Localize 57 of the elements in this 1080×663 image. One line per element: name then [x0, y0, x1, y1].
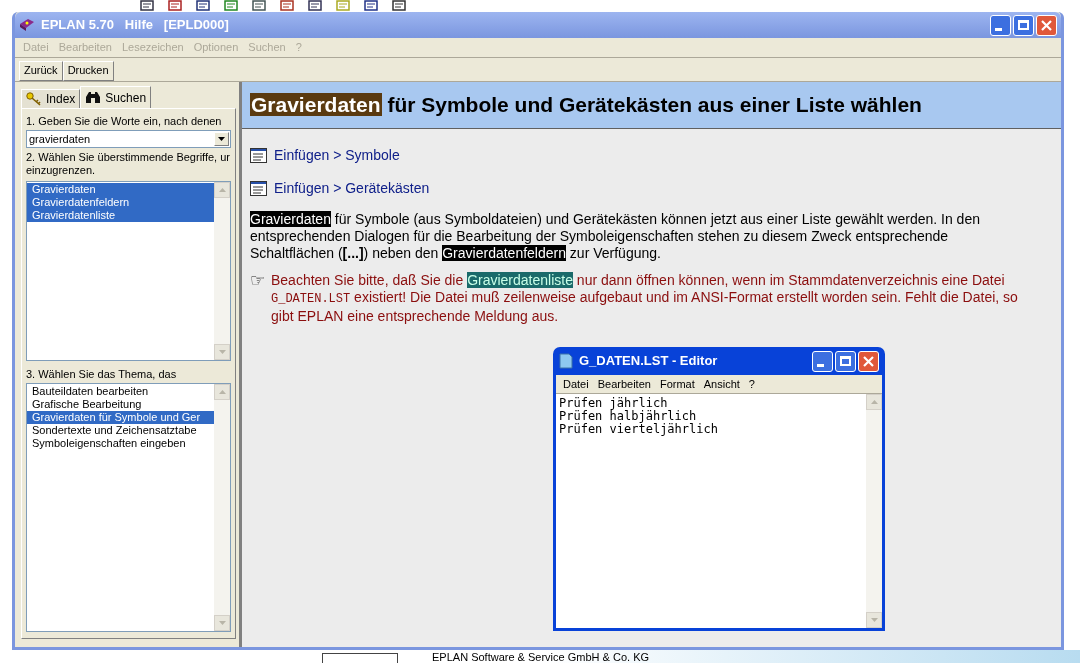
toolbar-icon[interactable]	[196, 0, 210, 11]
topic-link[interactable]: Einfügen > Symbole	[274, 145, 400, 166]
topic-link[interactable]: Einfügen > Gerätekästen	[274, 178, 430, 199]
toolbar-icon[interactable]	[252, 0, 266, 11]
toolbar-icon[interactable]	[364, 0, 378, 11]
toolbar-button[interactable]: Drucken	[62, 60, 114, 81]
book-icon	[19, 18, 35, 32]
sidebar-tab[interactable]: Index	[21, 89, 81, 108]
toolbar-icon[interactable]	[308, 0, 322, 11]
toolbar-icon[interactable]	[140, 0, 154, 11]
text-line: Prüfen halbjährlich	[559, 410, 697, 423]
text-line: Prüfen vierteljährlich	[559, 423, 719, 436]
editor-title: G_DATEN.LST - Editor	[579, 352, 718, 371]
close-button[interactable]	[858, 350, 879, 372]
minimize-button[interactable]	[812, 350, 833, 372]
step-label: einzugrenzen.	[26, 164, 97, 177]
menu-item[interactable]: Datei	[563, 375, 589, 393]
menu-item[interactable]: Ansicht	[703, 375, 740, 393]
step-label: 2. Wählen Sie überstimmende Begriffe, ur	[26, 151, 231, 164]
body-paragraph: Gravierdaten für Symbole (aus Symboldateien) und Gerätekästen können jetzt aus einer Liste gewählt werden. In den entsprechenden Dialogen für die Bearbeitung der Symboleigenschaften stehen zu diesem Zweck entsprechende Schaltflächen ([...]) neben den Gravierdatenfeldern zur Verfügung.	[250, 211, 981, 262]
toolbar-icon[interactable]	[280, 0, 294, 11]
minimize-button[interactable]	[990, 14, 1011, 36]
maximize-button[interactable]	[835, 350, 856, 372]
search-field[interactable]: gravierdaten	[26, 130, 231, 148]
list-item[interactable]: Bauteildaten bearbeiten	[27, 385, 214, 398]
binoculars-icon	[85, 91, 102, 104]
list-item[interactable]: Sondertexte und Zeichensatztabe	[27, 424, 214, 437]
dropdown-icon	[218, 137, 225, 141]
maximize-button[interactable]	[1013, 14, 1034, 36]
close-icon	[1041, 19, 1052, 31]
list-item[interactable]: Gravierdatenfeldern	[27, 196, 214, 209]
footer-text: EPLAN Software & Service GmbH & Co. KG	[432, 651, 650, 663]
notice-paragraph: Beachten Sie bitte, daß Sie die Gravierdatenliste nur dann öffnen können, wenn im Stammdatenverzeichnis eine Datei G_DATEN.LST existiert! Die Datei muß zeilenweise aufgebaut und im ANSI-Format erstellt worden sein. Fehlt die Datei, so gibt EPLAN eine entsprechende Meldung aus.	[271, 272, 1019, 325]
close-button[interactable]	[1036, 14, 1057, 36]
close-icon	[863, 355, 874, 367]
menu-item[interactable]: Bearbeiten	[597, 375, 651, 393]
list-item[interactable]: Symboleigenschaften eingeben	[27, 437, 214, 450]
list-item[interactable]: Gravierdatenliste	[27, 209, 214, 222]
step-label: 3. Wählen Sie das Thema, das	[26, 368, 178, 381]
list-item[interactable]: Grafische Bearbeitung	[27, 398, 214, 411]
sidebar-tab[interactable]: Suchen	[80, 86, 152, 108]
notepad-icon	[559, 353, 573, 369]
topic-icon	[250, 181, 267, 196]
toolbar-button[interactable]: Zurück	[19, 60, 63, 81]
menu-item[interactable]: Format	[659, 375, 695, 393]
text-line: Prüfen jährlich	[559, 397, 668, 410]
list-item[interactable]: Gravierdaten	[27, 183, 214, 196]
window-title: EPLAN 5.70 Hilfe [EPLD000]	[41, 16, 229, 35]
topic-icon	[250, 148, 267, 163]
toolbar-icon[interactable]	[168, 0, 182, 11]
step-label: 1. Geben Sie die Worte ein, nach denen	[26, 115, 223, 128]
key-icon	[26, 92, 42, 106]
menu-item[interactable]: ?	[748, 375, 755, 393]
toolbar-icon[interactable]	[392, 0, 406, 11]
list-item[interactable]: Gravierdaten für Symbole und Ger	[27, 411, 214, 424]
pointing-hand-icon: ☞	[250, 272, 265, 325]
page-heading: Gravierdaten für Symbole und Gerätekästen aus einer Liste wählen	[250, 92, 922, 119]
